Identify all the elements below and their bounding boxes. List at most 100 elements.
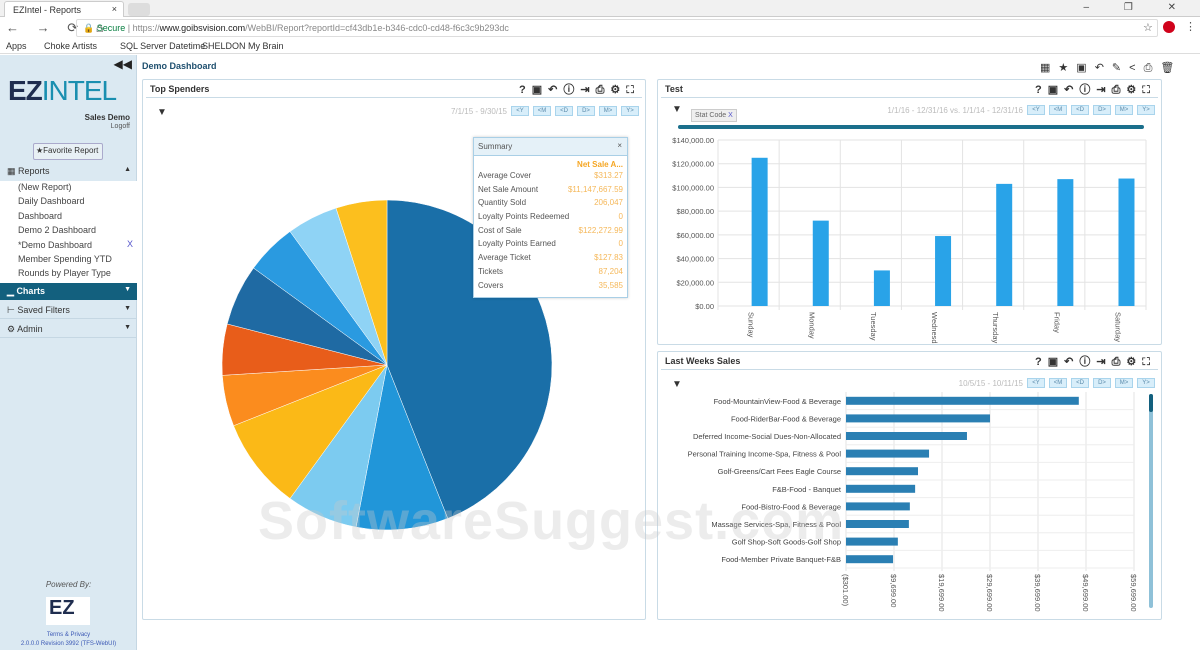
collapse-sidebar-icon[interactable]: ◀◀ <box>114 57 132 71</box>
settings-icon[interactable]: ⚙ <box>1126 356 1142 368</box>
summary-label: Average Cover <box>478 171 532 180</box>
summary-value: $313.27 <box>594 171 623 180</box>
print-icon[interactable]: ⎙ <box>1112 84 1127 96</box>
close-tab-icon[interactable]: × <box>112 4 117 14</box>
prev-year-button[interactable]: <Y <box>1027 105 1045 115</box>
summary-label: Loyalty Points Redeemed <box>478 212 570 222</box>
browser-menu-icon[interactable]: ⋮ <box>1185 20 1196 33</box>
next-month-button[interactable]: M> <box>1115 378 1133 388</box>
filter-chip-stat-code[interactable]: Stat Code X <box>691 109 737 122</box>
terms-link[interactable]: Terms & Privacy <box>0 631 137 640</box>
summary-label: Loyalty Points Earned <box>478 239 556 249</box>
chevron-up-icon: ▲ <box>124 166 131 173</box>
expand-icon[interactable]: ⛶ <box>1142 84 1156 96</box>
prev-month-button[interactable]: <M <box>1049 105 1067 115</box>
test-panel: Test ?▣↶ⓘ⇥⎙⚙⛶ ▼ Stat Code X 1/1/16 - 12/… <box>657 79 1162 345</box>
summary-value: 0 <box>618 212 623 222</box>
help-icon[interactable]: ? <box>1035 84 1048 96</box>
trash-icon[interactable]: 🗑 <box>1160 62 1182 74</box>
prev-day-button[interactable]: <D <box>1071 105 1089 115</box>
new-tab-button[interactable] <box>128 3 150 16</box>
export-icon[interactable]: ⇥ <box>1096 356 1111 368</box>
star-icon[interactable]: ★ <box>1058 62 1076 74</box>
undo-icon[interactable]: ↶ <box>1064 356 1079 368</box>
sidebar-section-reports[interactable]: ▦ Reports ▲ <box>0 163 137 180</box>
report-item[interactable]: (New Report) <box>0 181 137 195</box>
watermark: SoftwareSuggest.com <box>258 491 845 551</box>
sidebar-section-charts[interactable]: ▁ Charts ▼ <box>0 283 137 300</box>
next-month-button[interactable]: M> <box>1115 105 1133 115</box>
print-icon[interactable]: ⎙ <box>1144 62 1161 74</box>
settings-icon[interactable]: ⚙ <box>1126 84 1142 96</box>
share-icon[interactable]: < <box>1129 62 1143 74</box>
filter-icon[interactable]: ▼ <box>672 104 682 115</box>
y-tick-label: $0.00 <box>695 302 714 311</box>
help-icon[interactable]: ? <box>1035 356 1048 368</box>
panel-title: Last Weeks Sales <box>665 356 741 366</box>
prev-month-button[interactable]: <M <box>1049 378 1067 388</box>
y-tick-label: Food-MountainView-Food & Beverage <box>714 397 841 406</box>
next-year-button[interactable]: Y> <box>1137 105 1155 115</box>
last-weeks-sales-panel: Last Weeks Sales ?▣↶ⓘ⇥⎙⚙⛶ ▼ 10/5/15 - 10… <box>657 351 1162 620</box>
report-item[interactable]: *Demo Dashboard X <box>0 239 137 253</box>
report-item[interactable]: Daily Dashboard <box>0 195 137 209</box>
bar <box>846 449 930 458</box>
prev-day-button[interactable]: <D <box>1071 378 1089 388</box>
account-name: Sales Demo <box>84 113 130 122</box>
extension-icon[interactable] <box>1163 21 1175 33</box>
save-icon[interactable]: ▣ <box>1048 84 1064 96</box>
x-tick-label: Sunday <box>747 312 756 338</box>
remove-chip-icon[interactable]: X <box>728 112 733 119</box>
date-range: 1/1/16 - 12/31/16 vs. 1/1/14 - 12/31/16 <box>887 105 1023 115</box>
grid-icon[interactable]: ▦ <box>1040 62 1058 74</box>
undo-icon[interactable]: ↶ <box>1095 62 1112 74</box>
next-day-button[interactable]: D> <box>1093 378 1111 388</box>
url-input[interactable]: 🔒 Secure | https://www.goibsvision.com/W… <box>76 19 1158 37</box>
x-tick-label: Saturday <box>1113 312 1122 342</box>
summary-label: Covers <box>478 280 504 290</box>
report-item[interactable]: Member Spending YTD <box>0 253 137 267</box>
favorite-report-button[interactable]: ★Favorite Report <box>33 143 103 160</box>
secure-label: Secure <box>96 23 126 33</box>
edit-icon[interactable]: ✎ <box>1112 62 1129 74</box>
remove-report-icon[interactable]: X <box>127 239 133 249</box>
report-item[interactable]: Dashboard <box>0 210 137 224</box>
prev-year-button[interactable]: <Y <box>1027 378 1045 388</box>
sidebar-section-saved-filters[interactable]: ⊢ Saved Filters ▼ <box>0 302 137 319</box>
report-item[interactable]: Rounds by Player Type <box>0 267 137 281</box>
info-icon[interactable]: ⓘ <box>1079 84 1096 96</box>
logoff-link[interactable]: Logoff <box>111 123 130 130</box>
bookmark-apps[interactable]: Apps <box>6 41 27 51</box>
date-range: 10/5/15 - 10/11/15 <box>958 378 1023 388</box>
close-icon[interactable]: × <box>617 141 622 150</box>
export-icon[interactable]: ⇥ <box>1096 84 1111 96</box>
range-slider[interactable] <box>678 125 1144 129</box>
chart-scrollbar[interactable] <box>1149 394 1153 608</box>
bar <box>846 396 1079 405</box>
bookmark-star-icon[interactable]: ☆ <box>1143 21 1153 34</box>
summary-row: Cost of Sale $122,272.99 <box>474 224 627 238</box>
save-icon[interactable]: ▣ <box>1076 62 1094 74</box>
bookmark-sheldon[interactable]: SHELDON My Brain <box>202 41 284 51</box>
undo-icon[interactable]: ↶ <box>1064 84 1079 96</box>
info-icon[interactable]: ⓘ <box>1079 356 1096 368</box>
page-title: Demo Dashboard <box>142 61 217 71</box>
sidebar-section-admin[interactable]: ⚙ Admin ▼ <box>0 321 137 338</box>
summary-label: Cost of Sale <box>478 225 522 235</box>
window-controls[interactable]: ‒ ❐ ✕ <box>1084 2 1192 13</box>
report-item[interactable]: Demo 2 Dashboard <box>0 224 137 238</box>
filter-icon[interactable]: ▼ <box>672 379 682 390</box>
bookmark-choke-artists[interactable]: Choke Artists <box>44 41 97 51</box>
next-year-button[interactable]: Y> <box>1137 378 1155 388</box>
save-icon[interactable]: ▣ <box>1048 356 1064 368</box>
print-icon[interactable]: ⎙ <box>1112 356 1127 368</box>
bar <box>996 183 1013 306</box>
dashboard-toolbar: ▦★▣↶✎<⎙🗑 <box>1040 61 1182 75</box>
summary-value: $11,147,667.59 <box>567 184 623 194</box>
panel-toolbar: ?▣↶ⓘ⇥⎙⚙⛶ <box>1035 81 1156 97</box>
next-day-button[interactable]: D> <box>1093 105 1111 115</box>
bookmark-sql-server[interactable]: SQL Server Datetime <box>120 41 205 51</box>
expand-icon[interactable]: ⛶ <box>1142 356 1156 368</box>
date-controls: 10/5/15 - 10/11/15 <Y <M <D D> M> Y> <box>959 378 1155 388</box>
browser-tab[interactable]: EZIntel - Reports × <box>4 1 124 17</box>
